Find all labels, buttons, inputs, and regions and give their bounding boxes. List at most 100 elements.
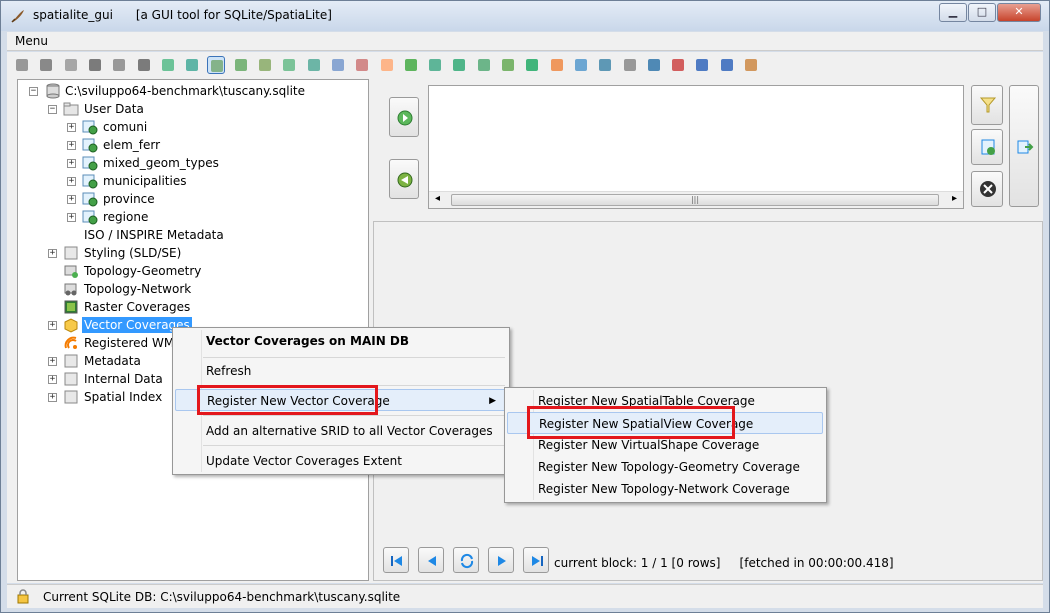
exit-icon[interactable] <box>742 56 760 74</box>
load-shp-icon[interactable] <box>207 56 226 74</box>
load-dbf-icon[interactable] <box>232 56 250 74</box>
charset-icon[interactable] <box>669 56 687 74</box>
tree-topology-network[interactable]: Topology-Network <box>84 281 191 297</box>
export-button[interactable] <box>1009 85 1039 207</box>
expand-icon[interactable]: + <box>67 195 76 204</box>
submenu-topology-geometry[interactable]: Register New Topology-Geometry Coverage <box>507 456 800 478</box>
expand-icon[interactable]: + <box>67 177 76 186</box>
virtual-csv-icon[interactable] <box>305 56 323 74</box>
sql-log-icon[interactable] <box>621 56 639 74</box>
sanitize-icon[interactable] <box>499 56 517 74</box>
tree-table-node[interactable]: comuni <box>103 119 147 135</box>
memory-load-icon[interactable] <box>110 56 128 74</box>
raster-icon <box>64 300 78 314</box>
sql-execute-button[interactable] <box>389 97 419 137</box>
dbf-export-icon[interactable] <box>450 56 468 74</box>
db-status-icon[interactable] <box>645 56 663 74</box>
collapse-icon[interactable]: − <box>48 105 57 114</box>
scroll-left-icon[interactable]: ◂ <box>435 193 440 204</box>
sql-hscrollbar[interactable]: ◂ ||| ▸ <box>429 191 963 208</box>
expand-icon[interactable]: + <box>67 141 76 150</box>
close-icon[interactable]: ✕ <box>997 3 1041 22</box>
load-txt-icon[interactable] <box>256 56 274 74</box>
tree-table-node[interactable]: regione <box>103 209 148 225</box>
about-icon[interactable] <box>718 56 736 74</box>
tree-metadata[interactable]: Metadata <box>84 353 141 369</box>
annotation-highlight <box>197 385 378 415</box>
menu-separator <box>203 445 505 446</box>
expand-icon[interactable]: + <box>48 249 57 258</box>
styling-folder-icon <box>64 246 78 260</box>
tree-iso-metadata[interactable]: ISO / INSPIRE Metadata <box>84 227 224 243</box>
connect-icon[interactable] <box>13 56 31 74</box>
scroll-thumb[interactable]: ||| <box>451 194 939 206</box>
menu-update-extent[interactable]: Update Vector Coverages Extent <box>175 450 402 472</box>
first-block-button[interactable] <box>383 547 409 573</box>
tree-table-node[interactable]: mixed_geom_types <box>103 155 219 171</box>
submenu-topology-network[interactable]: Register New Topology-Network Coverage <box>507 478 790 500</box>
gps-icon[interactable] <box>378 56 396 74</box>
sql-script-icon[interactable] <box>183 56 201 74</box>
sql-editor[interactable]: ◂ ||| ▸ <box>428 85 964 209</box>
scroll-right-icon[interactable]: ▸ <box>952 193 957 204</box>
tree-user-data[interactable]: User Data <box>84 101 144 117</box>
exif-icon[interactable] <box>353 56 371 74</box>
block-info: current block: 1 / 1 [0 rows] [fetched i… <box>554 556 894 570</box>
tree-raster-coverages[interactable]: Raster Coverages <box>84 299 190 315</box>
expand-icon[interactable]: + <box>67 213 76 222</box>
menu-item-menu[interactable]: Menu <box>15 34 48 48</box>
metadata-icon <box>64 354 78 368</box>
prev-icon <box>428 556 436 566</box>
minimize-icon[interactable]: ▁ <box>939 3 967 22</box>
menu-bar: Menu <box>7 32 1043 51</box>
menu-add-srid[interactable]: Add an alternative SRID to all Vector Co… <box>175 420 493 442</box>
tree-styling[interactable]: Styling (SLD/SE) <box>84 245 181 261</box>
submenu-arrow-icon: ▶ <box>489 396 496 406</box>
check-icon[interactable] <box>402 56 420 74</box>
attach-icon[interactable] <box>596 56 614 74</box>
txt-export-icon[interactable] <box>475 56 493 74</box>
tree-root-db[interactable]: C:\sviluppo64-benchmark\tuscany.sqlite <box>65 83 305 99</box>
expand-icon[interactable]: + <box>48 375 57 384</box>
expand-icon[interactable]: + <box>48 321 57 330</box>
tree-topology-geometry[interactable]: Topology-Geometry <box>84 263 201 279</box>
load-sql-button[interactable] <box>971 129 1003 165</box>
vacuum-icon[interactable] <box>159 56 177 74</box>
prev-block-button[interactable] <box>418 547 444 573</box>
memory-db-icon[interactable] <box>86 56 104 74</box>
refresh-block-button[interactable] <box>453 547 479 573</box>
first-icon <box>391 556 402 566</box>
expand-icon[interactable]: + <box>48 393 57 402</box>
raster-icon[interactable] <box>523 56 541 74</box>
lock-icon <box>17 589 29 604</box>
sql-history-button[interactable] <box>389 159 419 199</box>
spatial-table-icon <box>82 120 98 135</box>
tree-internal-data[interactable]: Internal Data <box>84 371 163 387</box>
clear-sql-button[interactable] <box>971 171 1003 207</box>
expand-icon[interactable]: + <box>67 159 76 168</box>
clear-icon <box>980 181 996 197</box>
tree-table-node[interactable]: municipalities <box>103 173 186 189</box>
tree-registered-wms[interactable]: Registered WMS <box>84 335 182 351</box>
maximize-icon[interactable]: □ <box>968 3 996 22</box>
expand-icon[interactable]: + <box>67 123 76 132</box>
shp-export-icon[interactable] <box>426 56 444 74</box>
srid-icon[interactable] <box>572 56 590 74</box>
memory-save-icon[interactable] <box>135 56 153 74</box>
collapse-icon[interactable]: − <box>29 87 38 96</box>
folder-icon <box>63 102 79 116</box>
tree-table-node[interactable]: elem_ferr <box>103 137 160 153</box>
wms-icon[interactable] <box>548 56 566 74</box>
network-icon[interactable] <box>329 56 347 74</box>
last-block-button[interactable] <box>523 547 549 573</box>
virtual-shp-icon[interactable] <box>280 56 298 74</box>
menu-refresh[interactable]: Refresh <box>175 360 251 382</box>
expand-icon[interactable]: + <box>48 357 57 366</box>
help-icon[interactable] <box>693 56 711 74</box>
disconnect-icon[interactable] <box>62 56 80 74</box>
tree-spatial-index[interactable]: Spatial Index <box>84 389 162 405</box>
filter-button[interactable] <box>971 85 1003 125</box>
tree-table-node[interactable]: province <box>103 191 155 207</box>
next-block-button[interactable] <box>488 547 514 573</box>
create-db-icon[interactable] <box>37 56 55 74</box>
